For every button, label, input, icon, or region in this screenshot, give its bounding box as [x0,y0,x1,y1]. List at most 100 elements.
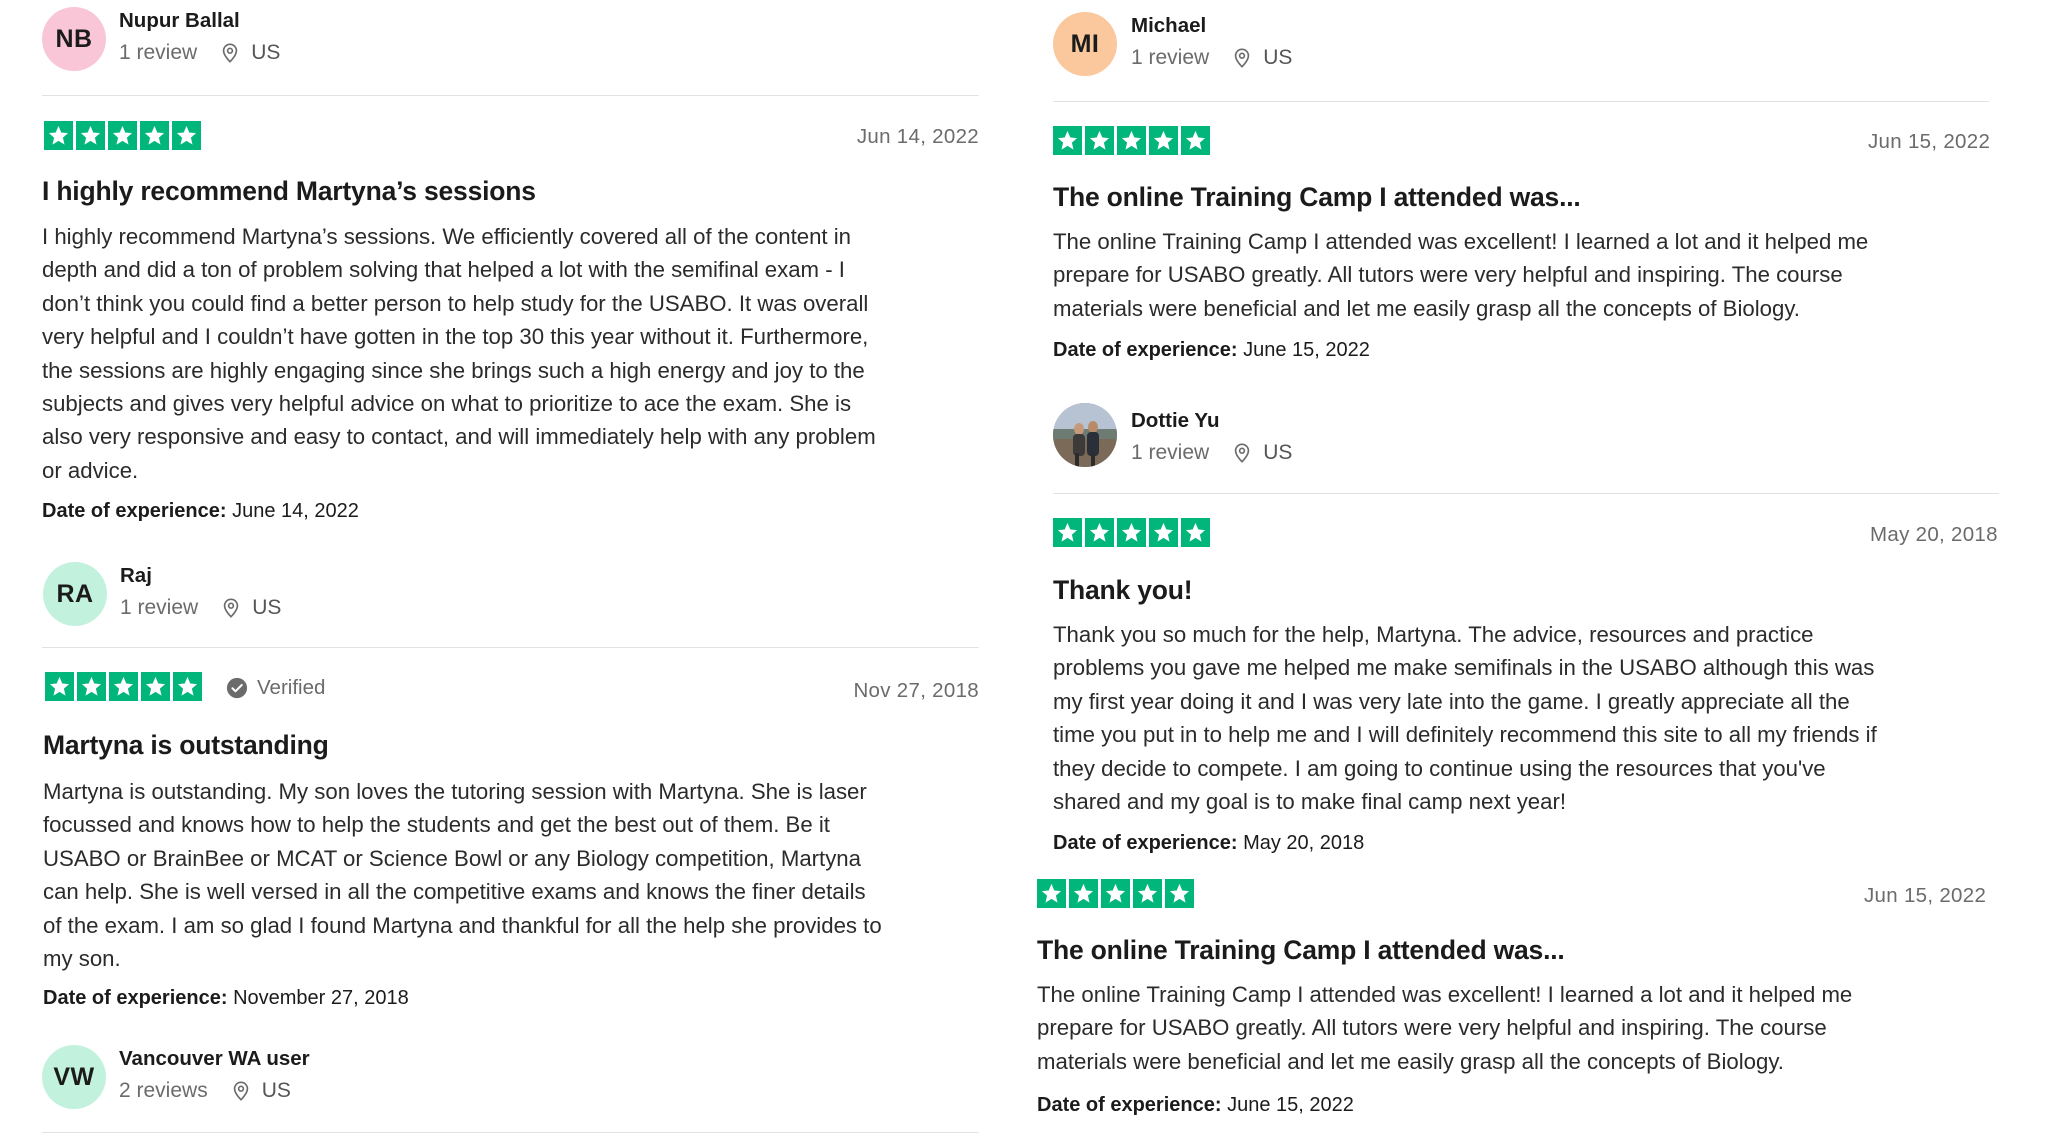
star-icon [1181,126,1210,155]
review-count: 1 review [120,596,199,619]
star-rating [1053,126,1210,155]
date-of-experience: Date of experience: June 14, 2022 [42,500,359,523]
review-body: Thank you so much for the help, Martyna.… [1053,618,1998,818]
review-text-line: very helpful and I couldn’t have gotten … [42,324,869,350]
review-text-line: materials were beneficial and let me eas… [1053,295,1800,321]
star-icon [1053,518,1082,547]
review-text-line: The online Training Camp I attended was … [1053,229,1869,254]
review-text-line: time you put in to help me and I will de… [1053,722,1877,748]
reviewer-name[interactable]: Raj [120,564,152,588]
star-icon [1117,126,1146,155]
star-rating [1053,518,1210,547]
reviewer-header[interactable]: Dottie Yu 1 review US [1053,400,2003,480]
review-text-line: USABO or BrainBee or MCAT or Science Bow… [43,845,861,871]
star-icon [44,121,73,150]
star-rating [45,672,202,701]
review-title[interactable]: The online Training Camp I attended was.… [1037,935,1565,966]
review-title[interactable]: Martyna is outstanding [43,730,329,761]
review-title[interactable]: I highly recommend Martyna’s sessions [42,176,536,207]
review-text-line: they decide to compete. I am going to co… [1053,755,1826,781]
location-pin-icon [222,43,238,63]
star-icon [1149,518,1178,547]
date-of-experience: Date of experience: June 15, 2022 [1037,1094,1354,1117]
location-pin-icon [223,598,239,618]
star-icon [1133,879,1162,908]
reviewer-country: US [251,41,281,64]
date-of-experience-value: May 20, 2018 [1243,832,1365,854]
date-of-experience-label: Date of experience: [43,987,228,1009]
reviewer-country: US [252,596,282,619]
avatar-photo [1053,403,1117,467]
reviewer-header[interactable]: RA Raj 1 review US [42,555,982,635]
review-date: Nov 27, 2018 [853,679,979,702]
verified-label: Verified [257,676,326,699]
review-text-line: don’t think you could find a better pers… [42,290,869,316]
avatar[interactable]: RA [43,562,107,626]
star-rating [1037,879,1194,908]
reviewer-name[interactable]: Dottie Yu [1131,409,1219,433]
avatar[interactable]: MI [1053,12,1117,76]
location-pin-icon [1234,443,1250,463]
reviewer-country: US [1263,441,1293,464]
avatar[interactable]: NB [42,7,106,71]
divider [42,647,979,648]
star-icon [1085,126,1114,155]
star-icon [77,672,106,701]
reviewer-meta: 1 review US [1131,441,1292,465]
review-text-line: can help. She is well versed in all the … [43,879,866,905]
date-of-experience-value: November 27, 2018 [233,987,409,1009]
date-of-experience-value: June 15, 2022 [1227,1094,1354,1116]
review-text-line: Thank you so much for the help, Martyna.… [1053,622,1814,647]
reviewer-meta: 2 reviews US [119,1079,291,1103]
review-date: Jun 15, 2022 [1868,130,1991,153]
review-title[interactable]: The online Training Camp I attended was.… [1053,182,1581,213]
reviewer-name[interactable]: Nupur Ballal [119,9,240,33]
star-icon [1165,879,1194,908]
review-text-line: my son. [43,946,121,972]
reviewer-country: US [1263,46,1293,69]
reviewer-name[interactable]: Michael [1131,14,1206,38]
star-icon [1053,126,1082,155]
review-card: NB Nupur Ballal 1 review US Jun 14, 2022… [42,0,982,540]
review-text-line: depth and did a ton of problem solving t… [42,257,845,283]
review-date: Jun 15, 2022 [1864,884,1987,907]
date-of-experience-value: June 14, 2022 [232,500,359,522]
verified-badge: Verified [226,676,325,700]
review-title[interactable]: Thank you! [1053,575,1193,606]
review-count: 2 reviews [119,1079,208,1102]
review-body: The online Training Camp I attended was … [1037,978,1982,1078]
reviewer-header[interactable]: VW Vancouver WA user 2 reviews US [42,1038,982,1118]
reviewer-header[interactable]: NB Nupur Ballal 1 review US [42,0,982,80]
reviewer-meta: 1 review US [120,596,281,620]
review-text-line: prepare for USABO greatly. All tutors we… [1037,1015,1827,1041]
review-text-line: also very responsive and easy to contact… [42,424,876,450]
location-pin-icon [233,1081,248,1101]
star-rating [44,121,201,150]
review-body: The online Training Camp I attended was … [1053,225,1998,325]
review-date: May 20, 2018 [1870,523,1998,546]
avatar[interactable]: VW [42,1045,106,1109]
divider [1053,493,1999,494]
star-icon [1149,126,1178,155]
review-text-line: the sessions are highly engaging since s… [42,357,865,383]
date-of-experience: Date of experience: November 27, 2018 [43,987,409,1010]
review-count: 1 review [119,41,198,64]
star-icon [1101,879,1130,908]
star-icon [45,672,74,701]
date-of-experience-value: June 15, 2022 [1243,339,1370,361]
star-icon [1085,518,1114,547]
review-count: 1 review [1131,441,1210,464]
divider [42,1132,979,1133]
review-count: 1 review [1131,46,1210,69]
reviewer-name[interactable]: Vancouver WA user [119,1047,310,1071]
review-card: Dottie Yu 1 review US May 20, 2018 Thank… [1053,400,2003,860]
location-pin-icon [1234,48,1250,68]
reviewer-header[interactable]: MI Michael 1 review US [1053,5,1993,85]
reviewer-country: US [261,1079,291,1102]
star-icon [108,121,137,150]
star-icon [1037,879,1066,908]
review-text-line: I highly recommend Martyna’s sessions. W… [42,224,852,249]
avatar[interactable] [1053,403,1117,467]
review-text-line: shared and my goal is to make final camp… [1053,789,1567,815]
date-of-experience-label: Date of experience: [42,500,227,522]
